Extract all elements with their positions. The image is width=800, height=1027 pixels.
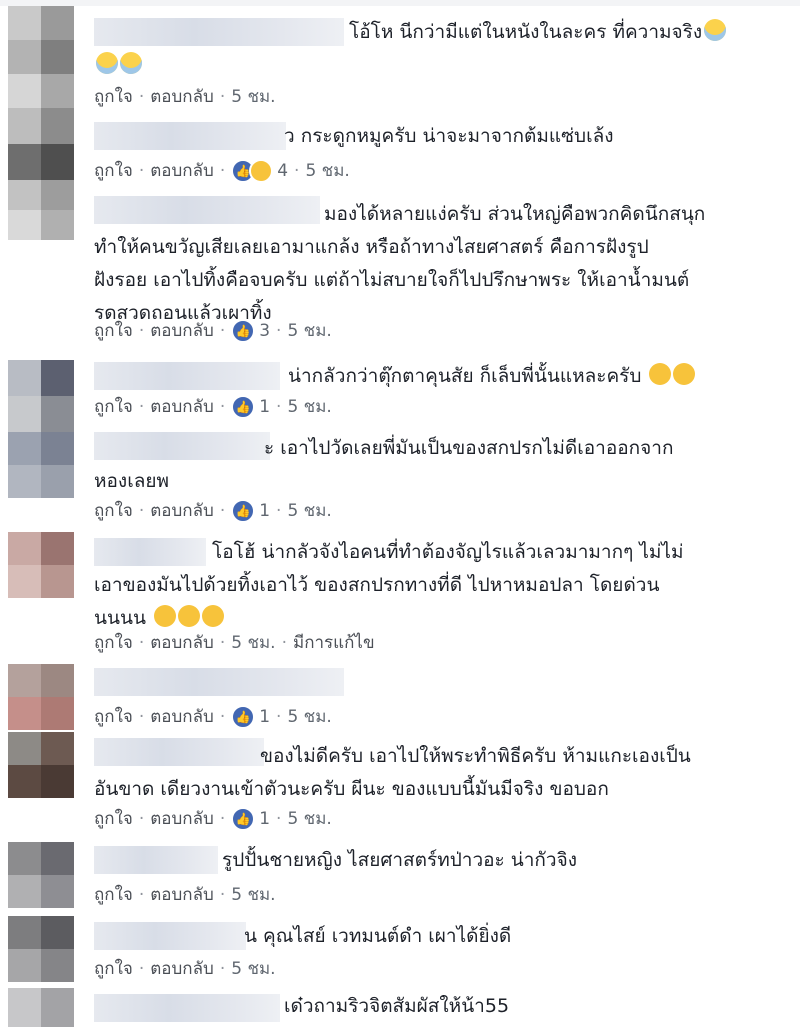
commenter-name[interactable] — [94, 668, 344, 696]
commenter-name[interactable] — [94, 18, 344, 46]
avatar[interactable] — [8, 108, 74, 180]
comment-text: โอโฮ้ น่ากลัวจังไอคนที่ทำต้องจัญไรแล้วเล… — [94, 541, 684, 629]
like-link[interactable]: ถูกใจ — [94, 84, 133, 110]
avatar[interactable] — [8, 916, 74, 982]
comment-text: โอ้โห นีกว่ามีแต่ในหนังในละคร ที่ความจริ… — [349, 16, 800, 49]
like-link[interactable]: ถูกใจ — [94, 498, 133, 524]
comment-actions: ถูกใจ · ตอบกลับ · 5 ชม. — [94, 882, 276, 908]
avatar[interactable] — [8, 432, 74, 498]
commenter-name[interactable] — [94, 362, 280, 390]
reply-link[interactable]: ตอบกลับ — [150, 84, 214, 110]
like-link[interactable]: ถูกใจ — [94, 158, 133, 184]
reaction-summary[interactable]: 👍 4 — [231, 158, 288, 184]
timestamp[interactable]: 5 ชม. — [231, 882, 275, 908]
laughing-face-icon — [178, 605, 200, 627]
laughing-face-icon — [202, 605, 224, 627]
commenter-name[interactable] — [94, 846, 218, 874]
reaction-summary[interactable]: 👍 3 — [231, 318, 270, 344]
timestamp[interactable]: 5 ชม. — [287, 318, 331, 344]
like-link[interactable]: ถูกใจ — [94, 318, 133, 344]
laughing-face-icon — [673, 363, 696, 385]
like-reaction-icon: 👍 — [231, 319, 256, 343]
comment-text: เด๋วถามริวจิตสัมผัสให้น้า55 — [284, 995, 510, 1017]
like-link[interactable]: ถูกใจ — [94, 956, 133, 982]
edited-label[interactable]: มีการแก้ไข — [293, 630, 375, 656]
comment-actions: ถูกใจ · ตอบกลับ · 👍 1 · 5 ชม. — [94, 704, 332, 730]
timestamp[interactable]: 5 ชม. — [287, 806, 331, 832]
like-link[interactable]: ถูกใจ — [94, 630, 133, 656]
timestamp[interactable]: 5 ชม. — [287, 394, 331, 420]
commenter-name[interactable] — [94, 122, 286, 150]
fearful-face-icon — [120, 52, 142, 74]
timestamp[interactable]: 5 ชม. — [231, 956, 275, 982]
like-reaction-icon: 👍 — [231, 705, 256, 729]
like-link[interactable]: ถูกใจ — [94, 704, 133, 730]
reply-link[interactable]: ตอบกลับ — [150, 956, 214, 982]
timestamp[interactable]: 5 ชม. — [305, 158, 349, 184]
avatar[interactable] — [8, 732, 74, 798]
comment-text: ว กระดูกหมูครับ น่าจะมาจากต้มแซ่บเล้ง — [284, 125, 614, 147]
comment-actions: ถูกใจ · ตอบกลับ · 5 ชม. — [94, 84, 276, 110]
comment-text: มองได้หลายแง่ครับ ส่วนใหญ่คือพวกคิดนึกสน… — [94, 203, 706, 324]
reply-link[interactable]: ตอบกลับ — [150, 882, 214, 908]
like-reaction-icon: 👍 — [231, 807, 256, 831]
comment-actions: ถูกใจ · ตอบกลับ · 👍 1 · 5 ชม. — [94, 806, 332, 832]
comment-text: ะ เอาไปวัดเลยพี่มันเป็นของสกปรกไม่ดีเอาอ… — [94, 437, 674, 492]
comment-actions: ถูกใจ · ตอบกลับ · 👍 1 · 5 ชม. — [94, 498, 332, 524]
laughing-face-icon — [154, 605, 176, 627]
comment-text: รูปปั้นชายหญิง ไสยศาสตร์ทป่าวอะ น่ากัวจิ… — [222, 849, 578, 871]
haha-reaction-icon — [249, 159, 274, 183]
reaction-summary[interactable]: 👍 1 — [231, 394, 270, 420]
timestamp[interactable]: 5 ชม. — [231, 84, 275, 110]
like-link[interactable]: ถูกใจ — [94, 806, 133, 832]
reaction-summary[interactable]: 👍 1 — [231, 704, 270, 730]
avatar[interactable] — [8, 360, 74, 432]
timestamp[interactable]: 5 ชม. — [287, 704, 331, 730]
comment-emoji-line — [94, 49, 784, 82]
reaction-summary[interactable]: 👍 1 — [231, 498, 270, 524]
reply-link[interactable]: ตอบกลับ — [150, 158, 214, 184]
reaction-summary[interactable]: 👍 1 — [231, 806, 270, 832]
reply-link[interactable]: ตอบกลับ — [150, 498, 214, 524]
comment-actions: ถูกใจ · ตอบกลับ · 👍 1 · 5 ชม. — [94, 394, 332, 420]
timestamp[interactable]: 5 ชม. — [231, 630, 275, 656]
comment-actions: ถูกใจ · ตอบกลับ · 👍 4 · 5 ชม. — [94, 158, 350, 184]
comment-text: น่ากลัวกว่าตุ๊กตาคุนสัย ก็เล็บพี่นั้นแหล… — [288, 360, 800, 393]
avatar[interactable] — [8, 180, 74, 240]
avatar[interactable] — [8, 988, 74, 1027]
top-edge — [0, 0, 800, 6]
comment-actions: ถูกใจ · ตอบกลับ · 👍 3 · 5 ชม. — [94, 318, 332, 344]
laughing-face-icon — [649, 363, 672, 385]
reply-link[interactable]: ตอบกลับ — [150, 704, 214, 730]
fearful-face-icon — [704, 19, 727, 41]
like-reaction-icon: 👍 — [231, 395, 256, 419]
comment-text: น คุณไสย์ เวทมนต์ดำ เผาได้ยิ่งดี — [244, 925, 512, 947]
commenter-name[interactable] — [94, 994, 280, 1022]
reply-link[interactable]: ตอบกลับ — [150, 394, 214, 420]
avatar[interactable] — [8, 664, 74, 730]
timestamp[interactable]: 5 ชม. — [287, 498, 331, 524]
comment-text: ของไม่ดีครับ เอาไปให้พระทำพิธีครับ ห้ามแ… — [94, 745, 691, 800]
avatar[interactable] — [8, 532, 74, 598]
like-reaction-icon: 👍 — [231, 499, 256, 523]
comment-actions: ถูกใจ · ตอบกลับ · 5 ชม. — [94, 956, 276, 982]
fearful-face-icon — [96, 52, 118, 74]
avatar[interactable] — [8, 6, 74, 108]
reply-link[interactable]: ตอบกลับ — [150, 630, 214, 656]
reply-link[interactable]: ตอบกลับ — [150, 806, 214, 832]
like-link[interactable]: ถูกใจ — [94, 394, 133, 420]
like-link[interactable]: ถูกใจ — [94, 882, 133, 908]
commenter-name[interactable] — [94, 922, 246, 950]
comment-actions: ถูกใจ · ตอบกลับ · 5 ชม. · มีการแก้ไข — [94, 630, 375, 656]
avatar[interactable] — [8, 842, 74, 908]
reply-link[interactable]: ตอบกลับ — [150, 318, 214, 344]
